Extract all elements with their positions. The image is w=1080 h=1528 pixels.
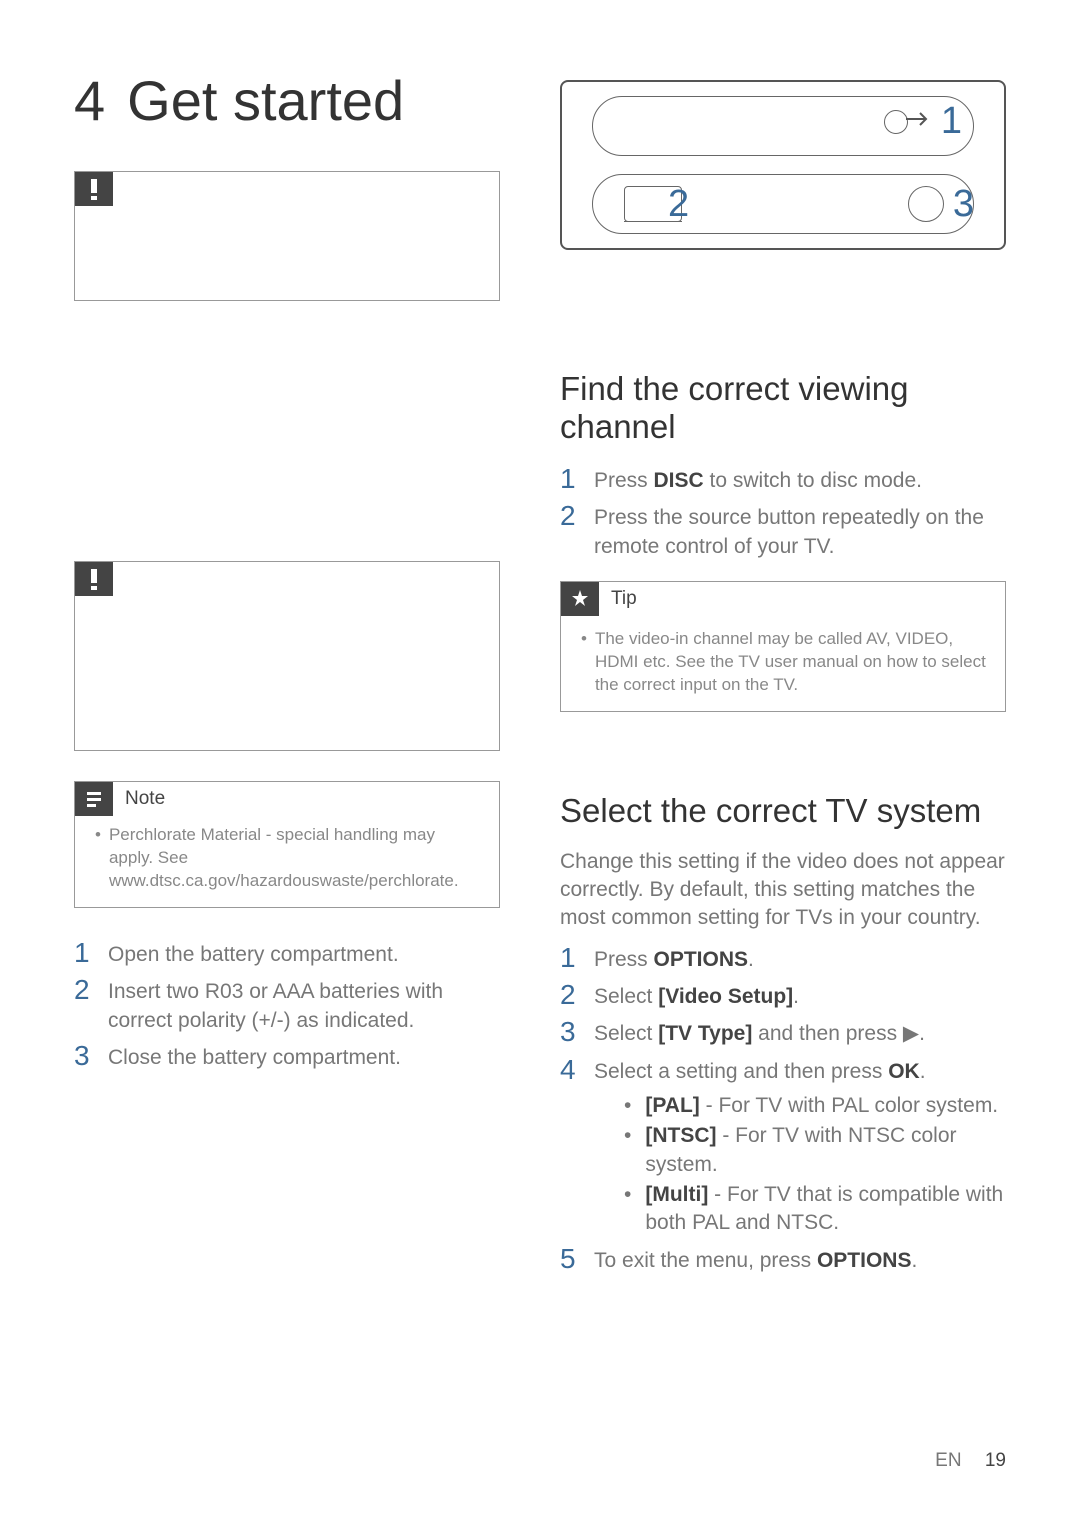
tv-system-steps: 1Press OPTIONS.2Select [Video Setup].3Se…	[560, 943, 1006, 1275]
list-item: 5To exit the menu, press OPTIONS.	[560, 1244, 1006, 1275]
bullet-dot: •	[95, 824, 101, 893]
callout-1: 1	[941, 100, 962, 143]
bullet-dot: •	[624, 1092, 631, 1120]
tip-box: Tip • The video-in channel may be called…	[560, 581, 1006, 712]
list-item: 1Press DISC to switch to disc mode.	[560, 464, 1006, 495]
list-item: 3Close the battery compartment.	[74, 1041, 500, 1072]
footer-lang: EN	[935, 1450, 961, 1471]
step-number: 1	[560, 943, 594, 974]
list-item: •[PAL] - For TV with PAL color system.	[624, 1092, 1006, 1120]
bullet-dot: •	[624, 1181, 631, 1238]
right-column: English 1 2 3 Find the correct viewing c…	[540, 60, 1080, 1478]
chapter-title: 4 Get started	[74, 68, 500, 133]
chapter-number: 4	[74, 68, 105, 133]
note-header: Note	[75, 782, 499, 816]
step-number: 2	[560, 501, 594, 561]
bullet-dot: •	[624, 1122, 631, 1179]
callout-3: 3	[953, 183, 974, 226]
page: 4 Get started Note	[0, 0, 1080, 1528]
footer-page-number: 19	[985, 1450, 1006, 1471]
note-label: Note	[125, 788, 165, 810]
section-find-channel: Find the correct viewing channel 1Press …	[560, 370, 1006, 561]
list-item: 2Press the source button repeatedly on t…	[560, 501, 1006, 561]
caution-header	[75, 562, 499, 596]
note-content: • Perchlorate Material - special handlin…	[75, 816, 499, 907]
sub-holder: •[PAL] - For TV with PAL color system.•[…	[594, 1092, 1006, 1238]
sub-bullet-list: •[PAL] - For TV with PAL color system.•[…	[594, 1092, 1006, 1238]
list-item: 2Select [Video Setup].	[560, 980, 1006, 1011]
step-number: 3	[560, 1017, 594, 1048]
caution-icon	[75, 562, 113, 596]
list-item: 3Select [TV Type] and then press ▶.	[560, 1017, 1006, 1048]
caution-box-1	[74, 171, 500, 301]
list-item: 2Insert two R03 or AAA batteries with co…	[74, 975, 500, 1035]
chapter-name: Get started	[127, 69, 404, 132]
step-text: Close the battery compartment.	[108, 1041, 401, 1072]
step-text: Open the battery compartment.	[108, 938, 399, 969]
note-text: Perchlorate Material - special handling …	[109, 824, 483, 893]
caution-header	[75, 172, 499, 206]
tip-label: Tip	[611, 588, 637, 610]
section-intro: Change this setting if the video does no…	[560, 848, 1006, 933]
blank-area-1	[74, 331, 500, 541]
step-number: 1	[560, 464, 594, 495]
step-number: 1	[74, 938, 108, 969]
bullet-dot: •	[581, 628, 587, 697]
list-item: 1Press OPTIONS.	[560, 943, 1006, 974]
tip-content: • The video-in channel may be called AV,…	[561, 616, 1005, 711]
step-text: Select [Video Setup].	[594, 980, 799, 1011]
step-text: Insert two R03 or AAA batteries with cor…	[108, 975, 500, 1035]
note-icon	[75, 782, 113, 816]
tip-text: The video-in channel may be called AV, V…	[595, 628, 989, 697]
step-number: 2	[74, 975, 108, 1035]
battery-illustration: 1 2 3	[560, 80, 1006, 250]
page-footer: EN 19	[935, 1450, 1006, 1472]
step-text: Press DISC to switch to disc mode.	[594, 464, 922, 495]
step-text: Press OPTIONS.	[594, 943, 754, 974]
battery-steps: 1Open the battery compartment. 2Insert t…	[74, 938, 500, 1072]
tip-icon	[561, 582, 599, 616]
step-number: 5	[560, 1244, 594, 1275]
step-text: Select a setting and then press OK.	[594, 1055, 926, 1086]
step-text: Press the source button repeatedly on th…	[594, 501, 1006, 561]
callout-2: 2	[668, 183, 689, 226]
find-channel-steps: 1Press DISC to switch to disc mode. 2Pre…	[560, 464, 1006, 561]
illustration-shapes	[562, 82, 1004, 248]
left-column: 4 Get started Note	[0, 60, 540, 1478]
tip-header: Tip	[561, 582, 1005, 616]
step-text: Select [TV Type] and then press ▶.	[594, 1017, 925, 1048]
section-heading: Find the correct viewing channel	[560, 370, 1006, 446]
caution-icon	[75, 172, 113, 206]
step-number: 2	[560, 980, 594, 1011]
step-text: To exit the menu, press OPTIONS.	[594, 1244, 917, 1275]
step-number: 4	[560, 1055, 594, 1086]
section-heading: Select the correct TV system	[560, 792, 1006, 830]
list-item: 4Select a setting and then press OK.	[560, 1055, 1006, 1086]
caution-box-2	[74, 561, 500, 751]
list-item: 1Open the battery compartment.	[74, 938, 500, 969]
step-number: 3	[74, 1041, 108, 1072]
list-item: •[Multi] - For TV that is compatible wit…	[624, 1181, 1006, 1238]
note-box: Note • Perchlorate Material - special ha…	[74, 781, 500, 908]
list-item: •[NTSC] - For TV with NTSC color system.	[624, 1122, 1006, 1179]
section-tv-system: Select the correct TV system Change this…	[560, 792, 1006, 1275]
